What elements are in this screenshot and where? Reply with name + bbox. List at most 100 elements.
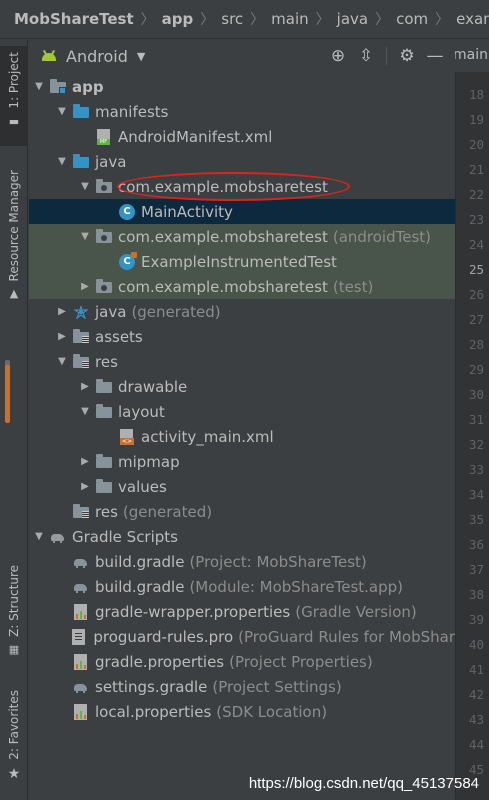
editor-tab[interactable]: main.xm xyxy=(455,40,489,72)
class-icon: C xyxy=(119,203,135,220)
tree-node-label: AndroidManifest.xml xyxy=(118,127,273,146)
project-panel-header: Android ▼ ⊕ ⇳ ⚙ — xyxy=(29,40,455,72)
tree-node[interactable]: ▶ assets xyxy=(29,324,455,349)
tree-node[interactable]: ▼ java xyxy=(29,149,455,174)
breadcrumb-item[interactable]: app xyxy=(162,10,194,28)
collapse-arrow-icon[interactable]: ▶ xyxy=(56,306,68,317)
collapse-arrow-icon[interactable]: ▶ xyxy=(79,381,91,392)
source-folder-icon xyxy=(73,153,89,170)
structure-tool-tab[interactable]: Z: Structure ▦ xyxy=(0,565,28,665)
tree-node[interactable]: build.gradle (Project: MobShareTest) xyxy=(29,549,455,574)
breadcrumb-item[interactable]: main xyxy=(271,10,308,28)
module-folder-icon xyxy=(50,78,66,95)
tree-node[interactable]: proguard-rules.pro (ProGuard Rules for Mo… xyxy=(29,624,455,649)
tree-node-label: java xyxy=(95,302,127,321)
tree-node[interactable]: ▶ values xyxy=(29,474,455,499)
chevron-right-icon: 〉 xyxy=(250,12,265,28)
tree-node-hint: (androidTest) xyxy=(332,227,432,246)
tree-node[interactable]: ▶ mipmap xyxy=(29,449,455,474)
project-tool-tab[interactable]: 1: Project ▬ xyxy=(0,46,28,146)
expand-arrow-icon[interactable]: ▼ xyxy=(33,81,45,92)
breadcrumb-item[interactable]: MobShareTest xyxy=(14,10,134,28)
gradle-icon xyxy=(73,679,89,695)
tree-node[interactable]: res (generated) xyxy=(29,499,455,524)
expand-arrow-icon[interactable]: ▼ xyxy=(79,181,91,192)
tree-node[interactable]: ▶ com.example.mobsharetest (test) xyxy=(29,274,455,299)
expand-arrow-icon[interactable]: ▼ xyxy=(56,106,68,117)
tree-node[interactable]: ▼ app xyxy=(29,74,455,99)
folder-icon xyxy=(96,403,112,420)
tree-node[interactable]: ▼ com.example.mobsharetest (androidTest) xyxy=(29,224,455,249)
package-icon xyxy=(96,228,112,245)
tree-node[interactable]: ▼ Gradle Scripts xyxy=(29,524,455,549)
tree-node-label: com.example.mobsharetest xyxy=(118,227,328,246)
chevron-right-icon: 〉 xyxy=(435,12,450,28)
tree-node-label: gradle.properties xyxy=(95,652,225,671)
navigation-breadcrumb: MobShareTest 〉 app 〉 src 〉 main 〉 java 〉 com 〉 examp… xyxy=(0,0,489,39)
tree-node-label: layout xyxy=(118,402,165,421)
scrollbar-thumb[interactable] xyxy=(5,365,10,423)
tree-node[interactable]: C ExampleInstrumentedTest xyxy=(29,249,455,274)
breadcrumb-item[interactable]: src xyxy=(221,10,243,28)
locate-icon[interactable]: ⊕ xyxy=(324,46,352,66)
gradle-scripts-icon xyxy=(50,529,66,545)
chevron-down-icon[interactable]: ▼ xyxy=(137,50,145,63)
generated-sources-icon xyxy=(73,304,89,320)
tree-node[interactable]: local.properties (SDK Location) xyxy=(29,699,455,724)
line-number: 31 xyxy=(469,412,485,427)
collapse-arrow-icon[interactable]: ▶ xyxy=(79,281,91,292)
tree-node-label: activity_main.xml xyxy=(141,427,274,446)
tree-node-hint: (generated) xyxy=(131,302,221,321)
line-number: 35 xyxy=(469,512,485,527)
line-number: 24 xyxy=(469,237,485,252)
folder-icon xyxy=(96,478,112,495)
resource-manager-tool-tab[interactable]: Resource Manager ▲ xyxy=(0,170,28,310)
collapse-arrow-icon[interactable]: ▶ xyxy=(79,456,91,467)
tree-node[interactable]: ▼ manifests xyxy=(29,99,455,124)
editor-gutter: 18 19 20 21 22 23 24 25 26 27 28 29 30 31 32 33 34 35 36 37… xyxy=(455,72,489,800)
tree-node-hint: (Project: MobShareTest) xyxy=(189,552,367,571)
collapse-arrow-icon[interactable]: ▶ xyxy=(79,481,91,492)
breadcrumb-item[interactable]: java xyxy=(337,10,368,28)
tree-node[interactable]: settings.gradle (Project Settings) xyxy=(29,674,455,699)
tree-node-label: manifests xyxy=(95,102,169,121)
line-number: 34 xyxy=(469,487,485,502)
tree-node[interactable]: <> activity_main.xml xyxy=(29,424,455,449)
expand-arrow-icon[interactable]: ▼ xyxy=(33,531,45,542)
expand-arrow-icon[interactable]: ▼ xyxy=(56,356,68,367)
tree-node-label: java xyxy=(95,152,127,171)
line-number: 43 xyxy=(469,712,485,727)
line-number: 18 xyxy=(469,87,485,102)
tree-node[interactable]: MF AndroidManifest.xml xyxy=(29,124,455,149)
tree-node[interactable]: ▶ java (generated) xyxy=(29,299,455,324)
tree-node-label: proguard-rules.pro xyxy=(93,627,234,646)
project-tool-label: 1: Project xyxy=(7,52,21,109)
breadcrumb-item[interactable]: com xyxy=(396,10,428,28)
view-selector[interactable]: Android xyxy=(66,47,128,66)
tree-node[interactable]: ▼ res xyxy=(29,349,455,374)
android-icon xyxy=(41,49,57,62)
expand-arrow-icon[interactable]: ▼ xyxy=(79,231,91,242)
tree-node[interactable]: ▶ drawable xyxy=(29,374,455,399)
line-number: 33 xyxy=(469,462,485,477)
package-icon xyxy=(96,278,112,295)
xml-layout-icon: <> xyxy=(119,428,135,445)
favorites-tool-tab[interactable]: 2: Favorites ★ xyxy=(0,690,28,795)
tree-node-hint: (Gradle Version) xyxy=(295,602,417,621)
expand-arrow-icon[interactable]: ▼ xyxy=(79,406,91,417)
tree-node[interactable]: build.gradle (Module: MobShareTest.app) xyxy=(29,574,455,599)
manifest-file-icon: MF xyxy=(96,128,112,145)
breadcrumb-item[interactable]: example xyxy=(456,10,489,28)
expand-arrow-icon[interactable]: ▼ xyxy=(56,156,68,167)
line-number: 39 xyxy=(469,612,485,627)
gear-icon[interactable]: ⚙ xyxy=(393,46,421,66)
collapse-arrow-icon[interactable]: ▶ xyxy=(56,331,68,342)
tree-node-hint: (test) xyxy=(332,277,374,296)
collapse-all-icon[interactable]: ⇳ xyxy=(352,46,380,66)
tree-node[interactable]: C MainActivity xyxy=(29,199,455,224)
minimize-icon[interactable]: — xyxy=(421,46,449,66)
tree-node[interactable]: gradle.properties (Project Properties) xyxy=(29,649,455,674)
tree-node[interactable]: ▼ layout xyxy=(29,399,455,424)
package-icon xyxy=(96,178,112,195)
tree-node[interactable]: gradle-wrapper.properties (Gradle Version… xyxy=(29,599,455,624)
